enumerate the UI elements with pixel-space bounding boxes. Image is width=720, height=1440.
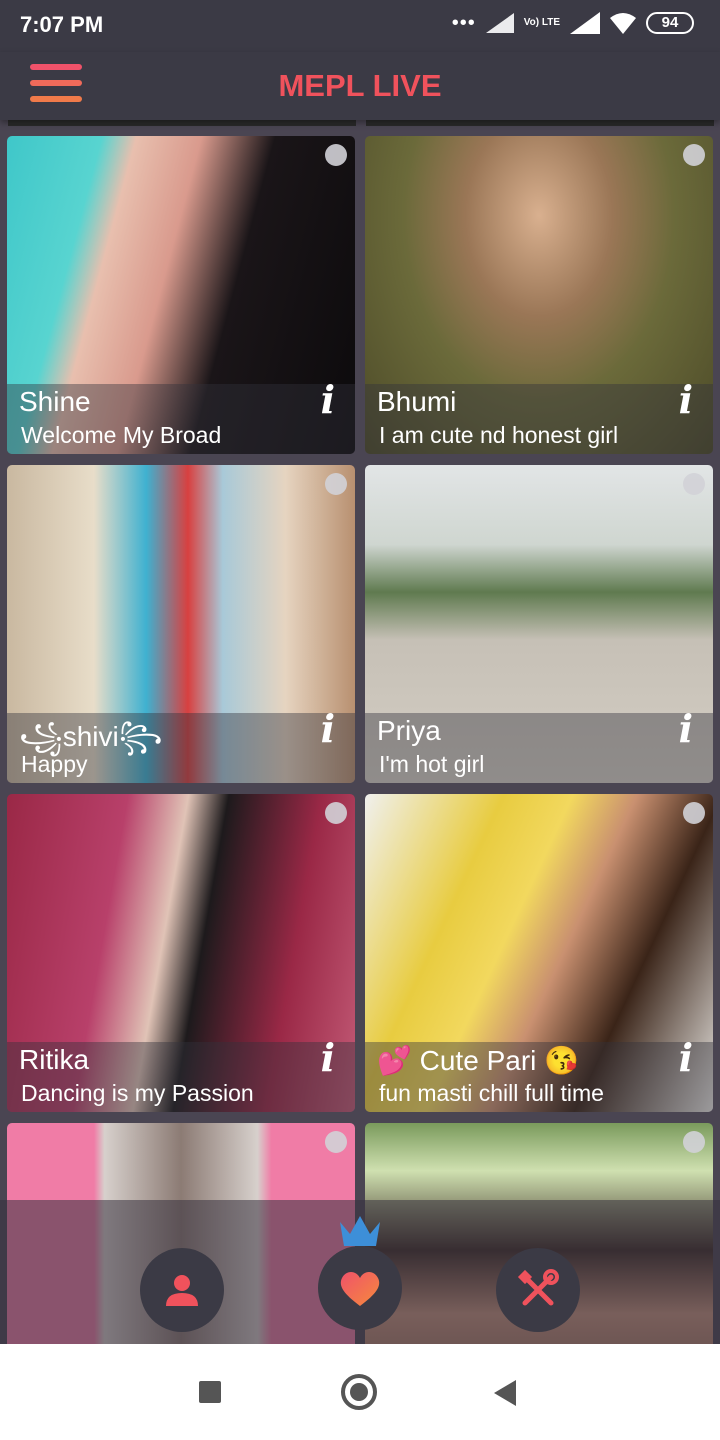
home-icon[interactable] xyxy=(341,1374,377,1410)
recents-icon[interactable] xyxy=(199,1381,221,1403)
signal-icon xyxy=(485,13,514,33)
live-button[interactable] xyxy=(318,1246,402,1330)
back-icon[interactable] xyxy=(494,1380,516,1406)
tools-button[interactable] xyxy=(496,1248,580,1332)
app-title: MEPL LIVE xyxy=(278,68,442,103)
more-dots-icon: ••• xyxy=(451,12,476,34)
profile-icon xyxy=(166,1275,198,1306)
battery-indicator: 94 xyxy=(646,12,694,34)
status-bar: 7:07 PM ••• Vo) LTE 94 xyxy=(0,0,720,52)
profile-bio: I am cute nd honest girl xyxy=(379,422,619,448)
info-icon[interactable]: i xyxy=(321,377,335,422)
profile-name: Ritika xyxy=(19,1044,90,1075)
network-label: Vo) LTE xyxy=(523,17,560,28)
app-bar: MEPL LIVE xyxy=(0,52,720,120)
profile-card[interactable]: Ritika Dancing is my Passion i xyxy=(7,794,355,1112)
info-icon[interactable]: i xyxy=(679,706,693,751)
profile-bio: Welcome My Broad xyxy=(21,422,222,448)
online-status-dot xyxy=(683,1131,705,1153)
card-caption: Priya I'm hot girl xyxy=(365,713,713,783)
info-icon[interactable]: i xyxy=(679,1035,693,1080)
profile-bio: Happy xyxy=(21,751,88,777)
profile-name: Bhumi xyxy=(377,386,457,417)
profile-bio: fun masti chill full time xyxy=(379,1080,604,1106)
crown-icon xyxy=(340,1216,380,1246)
info-icon[interactable]: i xyxy=(321,1035,335,1080)
profile-bio: I'm hot girl xyxy=(379,751,485,777)
info-icon[interactable]: i xyxy=(679,377,693,422)
profile-bio: Dancing is my Passion xyxy=(21,1080,254,1106)
signal-icon-2 xyxy=(570,12,600,34)
online-status-dot xyxy=(325,1131,347,1153)
profile-card[interactable]: Shine Welcome My Broad i xyxy=(7,136,355,454)
card-caption: Ritika Dancing is my Passion xyxy=(7,1042,355,1112)
tools-icon xyxy=(517,1269,559,1306)
profile-card[interactable]: ꧁shivi꧂ Happy i xyxy=(7,465,355,783)
profile-grid[interactable]: Shine Welcome My Broad i Bhumi I am cute… xyxy=(0,120,720,1344)
online-status-dot xyxy=(683,144,705,166)
profile-button[interactable] xyxy=(140,1248,224,1332)
profile-card[interactable]: Priya I'm hot girl i xyxy=(365,465,713,783)
status-icons: ••• Vo) LTE 94 xyxy=(452,12,694,34)
previous-card-edge xyxy=(8,120,356,126)
profile-name: Priya xyxy=(377,715,441,746)
previous-card-edge xyxy=(366,120,714,126)
online-status-dot xyxy=(325,144,347,166)
profile-card[interactable]: 💕 Cute Pari 😘 fun masti chill full time … xyxy=(365,794,713,1112)
info-icon[interactable]: i xyxy=(321,706,335,751)
card-caption: Shine Welcome My Broad xyxy=(7,384,355,454)
card-caption: 💕 Cute Pari 😘 fun masti chill full time xyxy=(365,1042,713,1112)
online-status-dot xyxy=(325,802,347,824)
status-time: 7:07 PM xyxy=(20,12,104,37)
wifi-icon xyxy=(610,13,636,34)
online-status-dot xyxy=(683,802,705,824)
card-caption: ꧁shivi꧂ Happy xyxy=(7,713,355,783)
profile-card[interactable]: Bhumi I am cute nd honest girl i xyxy=(365,136,713,454)
profile-name: 💕 Cute Pari 😘 xyxy=(377,1045,580,1076)
bottom-nav xyxy=(0,1200,720,1344)
card-caption: Bhumi I am cute nd honest girl xyxy=(365,384,713,454)
profile-name: Shine xyxy=(19,386,91,417)
online-status-dot xyxy=(683,473,705,495)
system-nav-bar xyxy=(0,1344,720,1440)
heart-icon xyxy=(340,1272,380,1306)
online-status-dot xyxy=(325,473,347,495)
